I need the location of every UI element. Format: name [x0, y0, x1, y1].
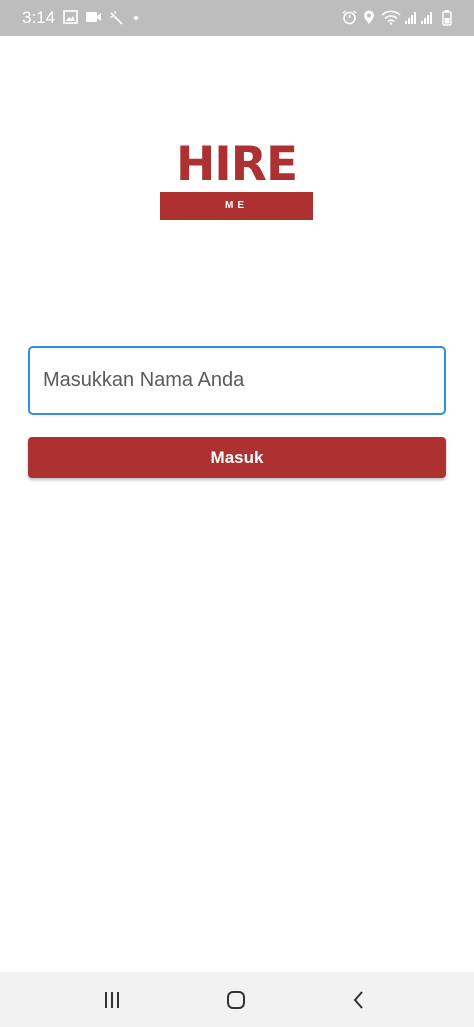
battery-icon — [442, 10, 452, 26]
back-icon[interactable] — [346, 987, 372, 1013]
home-icon[interactable] — [223, 987, 249, 1013]
name-input[interactable] — [28, 346, 446, 415]
alarm-icon — [342, 10, 357, 25]
logo-subtext: ME — [225, 200, 248, 211]
signal-icon — [421, 12, 432, 24]
magic-wand-icon — [110, 11, 123, 25]
signal-icon — [405, 12, 416, 24]
logo-word: HIRE — [175, 137, 298, 192]
image-icon — [63, 10, 78, 24]
dot-icon — [133, 15, 139, 21]
recent-apps-icon[interactable] — [99, 987, 125, 1013]
logo-bar: ME — [160, 192, 313, 220]
login-button[interactable]: Masuk — [28, 437, 446, 478]
wifi-icon — [381, 10, 401, 25]
location-icon — [364, 10, 374, 24]
status-bar: 3:14 — [0, 0, 474, 36]
video-camera-icon — [86, 12, 101, 22]
status-time: 3:14 — [22, 8, 56, 27]
navigation-bar — [0, 972, 474, 1027]
app-logo: HIRE ME — [160, 140, 313, 222]
